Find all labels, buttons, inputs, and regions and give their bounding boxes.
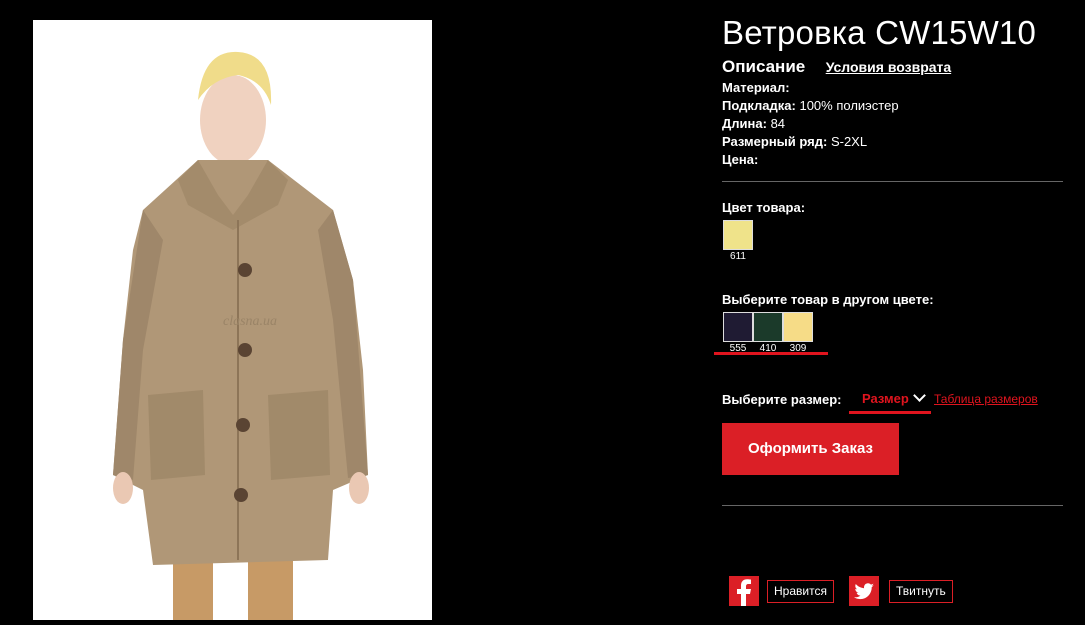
product-title: Ветровка CW15W10 <box>722 14 1037 51</box>
property-size-range: Размерный ряд: S-2XL <box>722 134 868 149</box>
size-select[interactable]: Размер <box>862 389 926 406</box>
current-color-swatch[interactable] <box>723 220 753 250</box>
color-swatch-555[interactable] <box>723 312 753 342</box>
tab-description[interactable]: Описание <box>722 57 805 77</box>
tweet-label[interactable]: Твитнуть <box>889 580 953 603</box>
product-properties: Материал: Подкладка: 100% полиэстер Длин… <box>722 79 899 169</box>
property-lining: Подкладка: 100% полиэстер <box>722 98 899 113</box>
twitter-icon[interactable] <box>849 576 879 606</box>
divider-bottom <box>722 505 1063 506</box>
facebook-icon[interactable] <box>729 576 759 606</box>
product-image[interactable]: clasna.ua <box>33 20 432 620</box>
color-label: Цвет товара: <box>722 200 806 215</box>
other-colors-label: Выберите товар в другом цвете: <box>722 292 934 307</box>
product-tabs: Описание Условия возврата <box>722 57 951 77</box>
tab-returns[interactable]: Условия возврата <box>826 59 951 75</box>
color-swatch-309[interactable] <box>783 312 813 342</box>
divider <box>722 181 1063 182</box>
color-swatch-410[interactable] <box>753 312 783 342</box>
current-color-code: 611 <box>730 251 746 262</box>
size-label: Выберите размер: <box>722 392 842 407</box>
chevron-down-icon <box>912 389 926 402</box>
size-table-link[interactable]: Таблица размеров <box>934 392 1038 406</box>
watermark-text: clasna.ua <box>223 314 277 329</box>
colors-underline <box>714 352 828 355</box>
order-button[interactable]: Оформить Заказ <box>722 423 899 475</box>
size-underline <box>849 411 931 414</box>
property-length: Длина: 84 <box>722 116 786 131</box>
product-photo: clasna.ua <box>33 20 432 620</box>
property-price: Цена: <box>722 152 759 167</box>
property-material: Материал: <box>722 80 790 95</box>
like-label[interactable]: Нравится <box>767 580 834 603</box>
